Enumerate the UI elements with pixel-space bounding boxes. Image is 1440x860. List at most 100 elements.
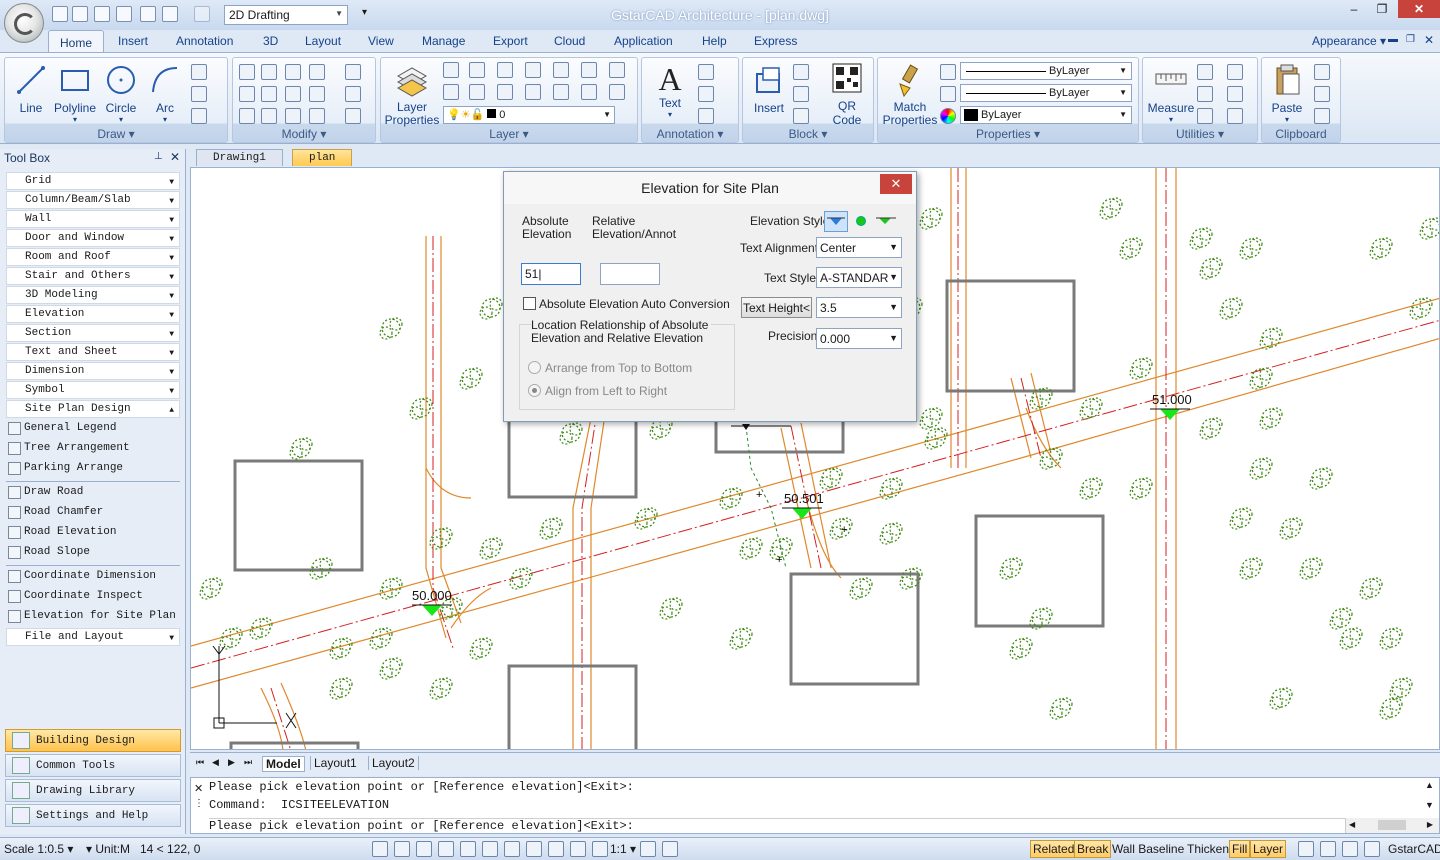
toolbox-item[interactable]: 3D Modeling ▼	[6, 286, 180, 304]
toolbox-item[interactable]: Text and Sheet ▼	[6, 343, 180, 361]
toolbox-subitem[interactable]: Coordinate Dimension	[8, 568, 182, 586]
application-menu-button[interactable]	[4, 3, 44, 43]
arc-button[interactable]: Arc ▾	[145, 62, 185, 124]
text-height-button[interactable]: Text Height<	[741, 297, 812, 318]
scroll-up-icon[interactable]: ▲	[1425, 780, 1434, 790]
scale-icon[interactable]	[239, 86, 255, 102]
layer-tools-icon[interactable]	[345, 64, 361, 80]
toolbox-subitem[interactable]: Elevation for Site Plan	[8, 608, 182, 626]
toolbox-subitem[interactable]: Road Elevation	[8, 524, 182, 542]
layer-toggle[interactable]: Layer	[1250, 840, 1287, 858]
cut-icon[interactable]	[1314, 86, 1330, 102]
ribbon-close-icon[interactable]: ✕	[1424, 33, 1434, 47]
toolbox-item[interactable]: Wall ▼	[6, 210, 180, 228]
break-toggle[interactable]: Break	[1074, 840, 1112, 858]
text-style-select[interactable]: A-STANDAR ▼	[816, 267, 902, 288]
tab-layout[interactable]: Layout	[305, 34, 341, 48]
lock-ui-icon[interactable]	[1320, 841, 1336, 857]
doc-tab-drawing1[interactable]: Drawing1	[196, 149, 283, 166]
dyn-ucs-icon[interactable]	[504, 841, 520, 857]
layer-state-icon[interactable]	[443, 62, 459, 78]
layer-walk-icon[interactable]	[443, 84, 459, 100]
snap-grid-icon[interactable]	[372, 841, 388, 857]
toolbox-subitem[interactable]: Parking Arrange	[8, 460, 182, 478]
layer-isolate-icon[interactable]	[469, 62, 485, 78]
style-circle-option[interactable]	[856, 216, 866, 226]
style-flag-option[interactable]	[876, 214, 898, 228]
workspace-switch-icon[interactable]	[1298, 841, 1314, 857]
toolbox-item[interactable]: Column/Beam/Slab ▼	[6, 191, 180, 209]
command-window[interactable]: ✕ ⋮ Please pick elevation point or [Refe…	[190, 777, 1440, 834]
fill-toggle[interactable]: Fill	[1229, 840, 1251, 858]
dialog-close-button[interactable]: ✕	[880, 174, 912, 194]
toolbox-subitem[interactable]: Coordinate Inspect	[8, 588, 182, 606]
related-toggle[interactable]: Related	[1030, 840, 1078, 858]
layer-match-icon[interactable]	[581, 62, 597, 78]
osnap-icon[interactable]	[460, 841, 476, 857]
toolbox-subitem[interactable]: Road Slope	[8, 544, 182, 562]
ribbon-restore-icon[interactable]: ❐	[1406, 34, 1415, 45]
style-triangle-option[interactable]	[824, 211, 848, 232]
layer-freeze-icon[interactable]	[497, 62, 513, 78]
tab-express[interactable]: Express	[754, 34, 797, 48]
toolbox-item[interactable]: Door and Window ▼	[6, 229, 180, 247]
layer-on-icon[interactable]	[525, 84, 541, 100]
text-height-select[interactable]: 3.5 ▼	[816, 297, 902, 318]
polar-icon[interactable]	[438, 841, 454, 857]
toolbox-item[interactable]: Dimension ▼	[6, 362, 180, 380]
calculator-icon[interactable]	[1197, 86, 1213, 102]
tab-insert[interactable]: Insert	[118, 34, 148, 48]
ortho-icon[interactable]	[416, 841, 432, 857]
linetype-select[interactable]: ByLayer ▼	[960, 62, 1132, 80]
dimension-icon[interactable]	[698, 86, 714, 102]
move-icon[interactable]	[239, 64, 255, 80]
appearance-menu[interactable]: Appearance ▾	[1312, 34, 1386, 48]
horizontal-scrollbar[interactable]: ◀ ▶	[1345, 818, 1439, 833]
prev-tab-icon[interactable]: ◀	[212, 757, 219, 768]
close-panel-icon[interactable]: ✕	[170, 150, 180, 164]
minimize-button[interactable]: ‒	[1340, 0, 1368, 18]
line-button[interactable]: Line	[11, 62, 51, 115]
category-button[interactable]: Settings and Help	[5, 804, 181, 827]
layer-delete-icon[interactable]	[609, 84, 625, 100]
ribbon-minimize-icon[interactable]: ▬	[1388, 34, 1398, 45]
copy-clip-icon[interactable]	[1314, 64, 1330, 80]
fillet-icon[interactable]	[261, 108, 277, 124]
layer-unisolate-icon[interactable]	[469, 84, 485, 100]
match-properties-button[interactable]: Match Properties	[880, 62, 940, 127]
tab-3d[interactable]: 3D	[263, 34, 278, 48]
text-alignment-select[interactable]: Center ▼	[816, 237, 902, 258]
copy-icon[interactable]	[261, 64, 277, 80]
layer-thaw-icon[interactable]	[497, 84, 513, 100]
absolute-elevation-input[interactable]: 51|	[521, 263, 581, 285]
command-close-icon[interactable]: ✕	[194, 782, 203, 795]
tab-layout1[interactable]: Layout1	[310, 756, 360, 770]
annotation-scale[interactable]: 1:1 ▾	[610, 842, 636, 856]
next-tab-icon[interactable]: ▶	[228, 757, 235, 768]
quick-select-icon[interactable]	[1227, 64, 1243, 80]
tab-application[interactable]: Application	[614, 34, 673, 48]
command-prompt-input[interactable]: Please pick elevation point or [Referenc…	[209, 818, 1345, 833]
wall-baseline-toggle[interactable]: Wall Baseline	[1112, 842, 1184, 856]
auto-conversion-checkbox[interactable]	[523, 297, 536, 310]
otrack-icon[interactable]	[482, 841, 498, 857]
group-icon[interactable]	[1227, 108, 1243, 124]
multileader-icon[interactable]	[698, 64, 714, 80]
extend-icon[interactable]	[309, 108, 325, 124]
explode-icon[interactable]	[345, 86, 361, 102]
doc-tab-plan[interactable]: plan	[292, 149, 353, 166]
qr-code-button[interactable]: QR Code	[827, 62, 867, 127]
status-menu-icon[interactable]	[1364, 841, 1380, 857]
toolbox-item[interactable]: Site Plan Design ▲	[6, 400, 180, 418]
erase-icon[interactable]	[345, 108, 361, 124]
select-all-icon[interactable]	[1227, 86, 1243, 102]
text-button[interactable]: A Text ▾	[650, 62, 690, 119]
scale-status[interactable]: Scale 1:0.5 ▾	[4, 842, 73, 856]
region-icon[interactable]	[191, 108, 207, 124]
toolbox-subitem[interactable]: General Legend	[8, 420, 182, 438]
table-icon[interactable]	[698, 108, 714, 124]
layer-select[interactable]: 💡☀🔓 0 ▼	[443, 106, 615, 124]
layer-off-icon[interactable]	[525, 62, 541, 78]
toolbox-item[interactable]: Section ▼	[6, 324, 180, 342]
linetype-icon[interactable]	[940, 64, 956, 80]
